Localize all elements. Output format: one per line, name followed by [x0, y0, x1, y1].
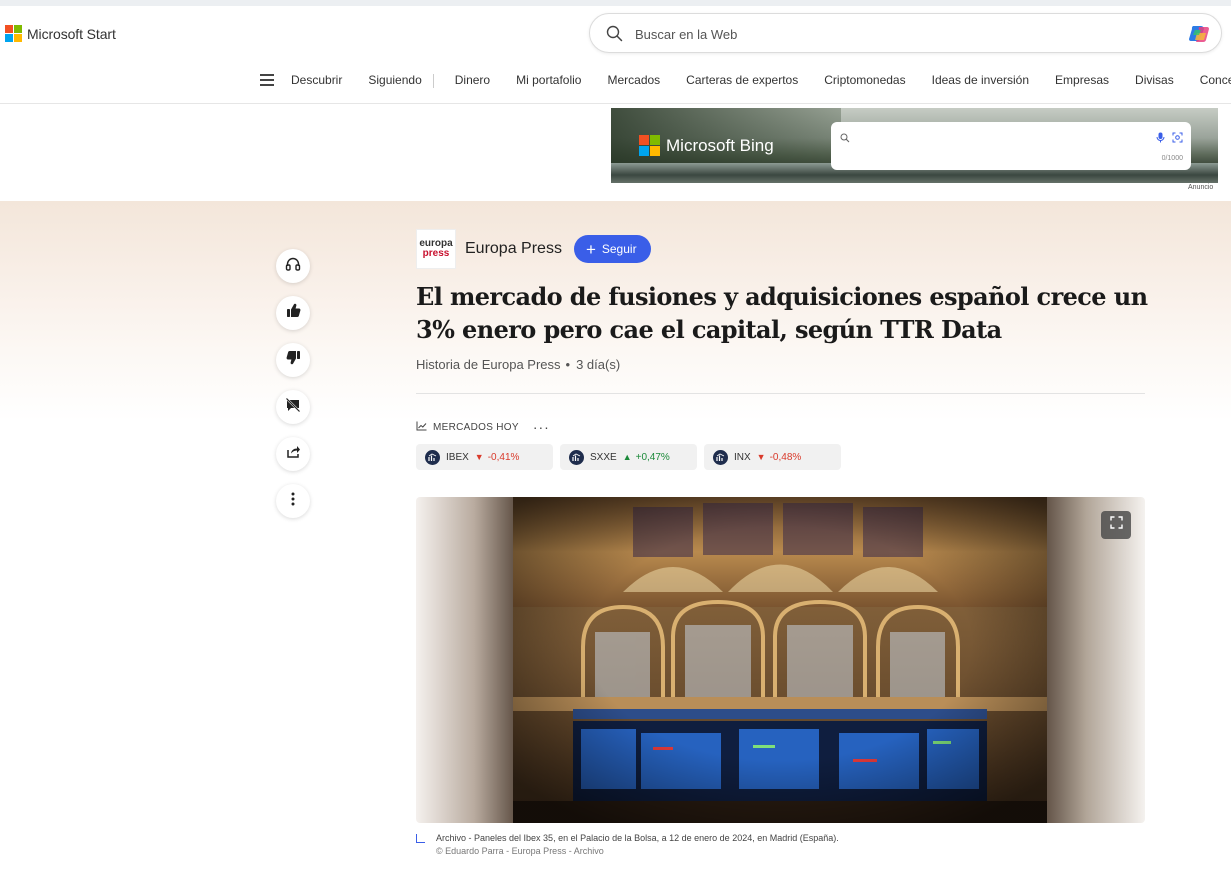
ticker-symbol: SXXE [590, 451, 617, 463]
arrow-up-icon: ▲ [622, 452, 632, 462]
logo-line-2: press [422, 248, 450, 259]
follow-label: Seguir [601, 242, 637, 256]
copilot-icon[interactable] [1187, 21, 1213, 47]
caption-marker-icon [416, 834, 425, 843]
menu-icon[interactable] [260, 74, 274, 86]
ad-search-box[interactable]: 0/1000 [831, 122, 1191, 170]
index-icon [425, 449, 440, 465]
index-icon [569, 449, 584, 465]
more-horizontal-icon[interactable]: ··· [533, 419, 550, 435]
ad-label: Anuncio [1188, 184, 1214, 191]
ticker-strip: IBEX ▼ -0,41% SXXE ▲ +0,47% INX ▼ -0,48% [416, 444, 848, 470]
like-button[interactable] [276, 296, 310, 330]
search-icon [606, 25, 623, 47]
nav-item-descubrir[interactable]: Descubrir [291, 73, 342, 87]
caption-text: Archivo - Paneles del Ibex 35, en el Pal… [436, 833, 839, 843]
category-nav: Descubrir Siguiendo Dinero Mi portafolio… [0, 64, 1231, 98]
listen-button[interactable] [276, 249, 310, 283]
expand-image-button[interactable] [1101, 511, 1131, 539]
nav-item-dinero[interactable]: Dinero [455, 73, 490, 87]
ticker-symbol: IBEX [446, 451, 469, 463]
publisher-header: europa press Europa Press + Seguir [416, 229, 651, 269]
thumbs-down-icon [286, 350, 301, 370]
ticker-change: -0,41% [487, 451, 520, 463]
stock-exchange-hall-photo [513, 497, 1047, 823]
nav-item-siguiendo[interactable]: Siguiendo [368, 73, 421, 87]
comments-off-icon [285, 397, 301, 418]
character-counter: 0/1000 [1161, 155, 1183, 162]
nav-item-criptomonedas[interactable]: Criptomonedas [824, 73, 905, 87]
ticker-change: -0,48% [769, 451, 802, 463]
ticker-change: +0,47% [635, 451, 670, 463]
article-byline: Historia de Europa Press • 3 día(s) [416, 357, 621, 372]
nav-item-ideas-de-inversion[interactable]: Ideas de inversión [932, 73, 1029, 87]
nav-item-empresas[interactable]: Empresas [1055, 73, 1109, 87]
fullscreen-icon [1109, 516, 1123, 534]
share-icon [286, 444, 301, 464]
bing-ad-banner[interactable]: Microsoft Bing 0/1000 [611, 108, 1218, 183]
byline-source: Historia de Europa Press [416, 357, 561, 372]
microphone-icon[interactable] [1156, 130, 1165, 148]
more-options-button[interactable] [276, 484, 310, 518]
arrow-down-icon: ▼ [756, 452, 766, 462]
chart-trend-icon [416, 421, 427, 434]
nav-item-mi-portafolio[interactable]: Mi portafolio [516, 73, 581, 87]
caption-credit: © Eduardo Parra - Europa Press - Archivo [436, 846, 604, 856]
markets-today-header: MERCADOS HOY ··· [416, 419, 550, 435]
headphones-icon [285, 256, 301, 277]
ad-brand-text: Microsoft Bing [666, 135, 774, 155]
ticker-chip-sxxe[interactable]: SXXE ▲ +0,47% [560, 444, 697, 470]
nav-item-conceptos[interactable]: Conceptos [1200, 73, 1231, 87]
article-divider [416, 393, 1145, 394]
index-icon [713, 449, 728, 465]
thumbs-up-icon [286, 303, 301, 323]
brand-name: Microsoft Start [27, 25, 116, 42]
bing-logo: Microsoft Bing [639, 135, 774, 156]
header-divider [0, 103, 1231, 104]
ticker-chip-ibex[interactable]: IBEX ▼ -0,41% [416, 444, 553, 470]
article-headline: El mercado de fusiones y adquisiciones e… [416, 282, 1148, 344]
plus-icon: + [585, 239, 596, 259]
nav-item-divisas[interactable]: Divisas [1135, 73, 1174, 87]
microsoft-logo-icon [5, 25, 22, 42]
microsoft-start-logo[interactable]: Microsoft Start [5, 25, 116, 42]
article-image[interactable] [416, 497, 1145, 823]
article-age: 3 día(s) [576, 357, 621, 372]
nav-item-carteras-de-expertos[interactable]: Carteras de expertos [686, 73, 798, 87]
site-header: Microsoft Start [0, 6, 1231, 60]
search-icon [840, 130, 850, 148]
follow-button[interactable]: + Seguir [573, 235, 651, 263]
image-caption: Archivo - Paneles del Ibex 35, en el Pal… [416, 832, 839, 858]
more-vertical-icon [291, 492, 295, 511]
share-button[interactable] [276, 437, 310, 471]
dislike-button[interactable] [276, 343, 310, 377]
comments-button[interactable] [276, 390, 310, 424]
publisher-name[interactable]: Europa Press [465, 240, 562, 258]
search-input[interactable] [635, 23, 1155, 45]
visual-search-icon[interactable] [1172, 130, 1183, 148]
microsoft-logo-icon [639, 135, 660, 156]
nav-item-mercados[interactable]: Mercados [607, 73, 660, 87]
arrow-down-icon: ▼ [474, 452, 484, 462]
ticker-symbol: INX [734, 451, 751, 463]
article-action-rail [276, 249, 310, 531]
europa-press-logo[interactable]: europa press [416, 229, 456, 269]
web-search-box[interactable] [589, 13, 1222, 53]
ticker-chip-inx[interactable]: INX ▼ -0,48% [704, 444, 841, 470]
nav-items: Descubrir Siguiendo Dinero Mi portafolio… [291, 73, 1231, 87]
markets-today-label: MERCADOS HOY [433, 421, 519, 433]
